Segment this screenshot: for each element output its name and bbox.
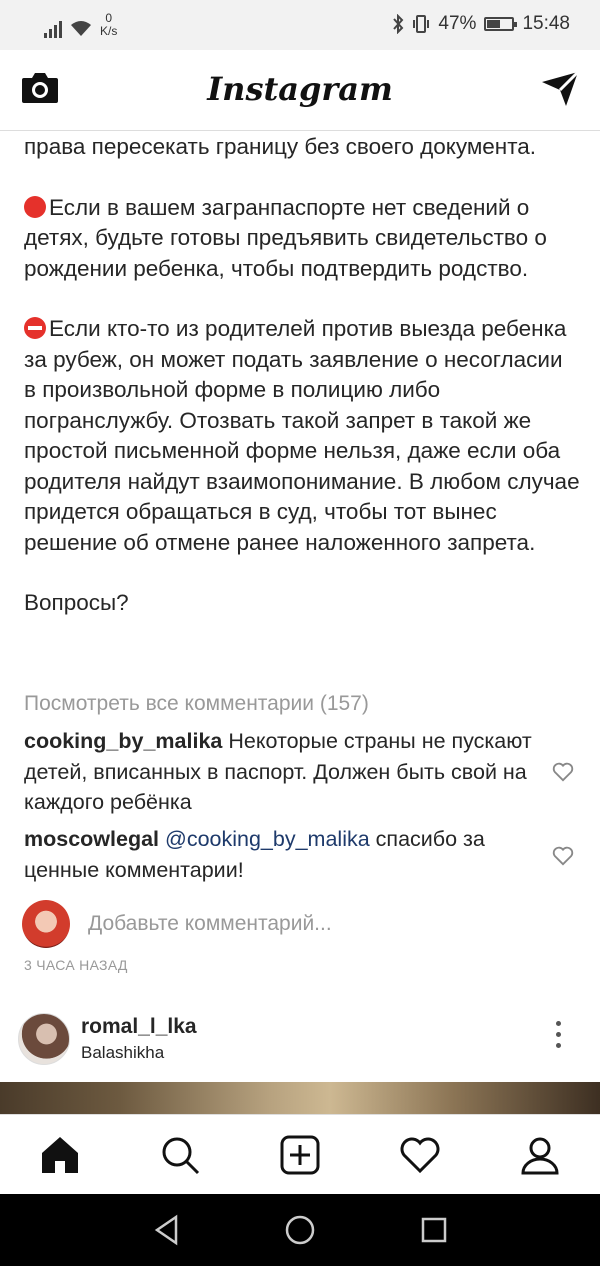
caption-paragraph-2-text: Если в вашем загранпаспорте нет сведений…	[24, 194, 547, 281]
home-icon[interactable]	[38, 1133, 82, 1177]
red-circle-icon	[24, 195, 46, 218]
caption-paragraph-2: Если в вашем загранпаспорте нет сведений…	[24, 193, 580, 285]
home-circle-icon[interactable]	[284, 1214, 316, 1251]
no-entry-icon	[24, 317, 46, 339]
avatar[interactable]	[18, 1013, 70, 1065]
post-caption: права пересекать границу без своего доку…	[24, 132, 580, 619]
app-header: Instagram	[0, 50, 600, 131]
view-all-comments-link[interactable]: Посмотреть все комментарии (157)	[24, 692, 369, 716]
caption-paragraph-1: права пересекать границу без своего доку…	[24, 134, 537, 159]
comment-1: cooking_by_malika Некоторые страны не пу…	[24, 726, 534, 818]
system-nav-bar	[0, 1194, 600, 1266]
battery-fill	[487, 20, 500, 28]
wifi-icon	[71, 21, 91, 36]
comment-username[interactable]: moscowlegal	[24, 827, 159, 851]
vibrate-icon	[413, 15, 430, 33]
signal-icon	[44, 18, 62, 38]
profile-icon[interactable]	[518, 1133, 562, 1177]
heart-icon[interactable]	[398, 1133, 442, 1177]
net-speed-unit: K/s	[100, 24, 118, 38]
add-comment-input[interactable]: Добавьте комментарий...	[88, 912, 332, 936]
next-post-header: romal_l_lka Balashikha	[18, 1013, 582, 1067]
like-comment-1-heart-icon[interactable]	[552, 762, 574, 782]
add-comment-row[interactable]: Добавьте комментарий...	[22, 900, 332, 948]
more-options-icon[interactable]	[556, 1021, 562, 1054]
post-image[interactable]	[0, 1082, 600, 1114]
avatar	[22, 900, 70, 948]
new-post-icon[interactable]	[278, 1133, 322, 1177]
paper-plane-icon[interactable]	[540, 70, 580, 108]
comment-mention[interactable]: @cooking_by_malika	[165, 827, 370, 851]
post-location[interactable]: Balashikha	[81, 1043, 164, 1063]
bottom-nav	[0, 1114, 600, 1195]
caption-paragraph-3: Если кто-то из родителей против выезда р…	[24, 314, 580, 558]
recents-icon[interactable]	[420, 1214, 448, 1251]
clock: 15:48	[522, 13, 570, 34]
status-bar: 0 K/s 47% 15:48	[0, 0, 600, 50]
comment-username[interactable]: cooking_by_malika	[24, 729, 222, 753]
battery-icon	[484, 17, 518, 31]
caption-paragraph-3-text: Если кто-то из родителей против выезда р…	[24, 316, 580, 555]
status-right: 47% 15:48	[392, 13, 570, 35]
battery-percent: 47%	[438, 13, 477, 34]
instagram-logo: Instagram	[207, 70, 393, 108]
status-left: 0 K/s	[44, 12, 117, 38]
comment-2: moscowlegal @cooking_by_malika спасибо з…	[24, 824, 534, 885]
bluetooth-icon	[393, 14, 404, 34]
post-timestamp: 3 ЧАСА НАЗАД	[24, 957, 128, 973]
post-username[interactable]: romal_l_lka	[81, 1015, 197, 1039]
net-speed: 0 K/s	[100, 12, 117, 38]
back-icon[interactable]	[152, 1214, 182, 1251]
search-icon[interactable]	[158, 1133, 202, 1177]
like-comment-2-heart-icon[interactable]	[552, 846, 574, 866]
caption-paragraph-4: Вопросы?	[24, 590, 129, 615]
